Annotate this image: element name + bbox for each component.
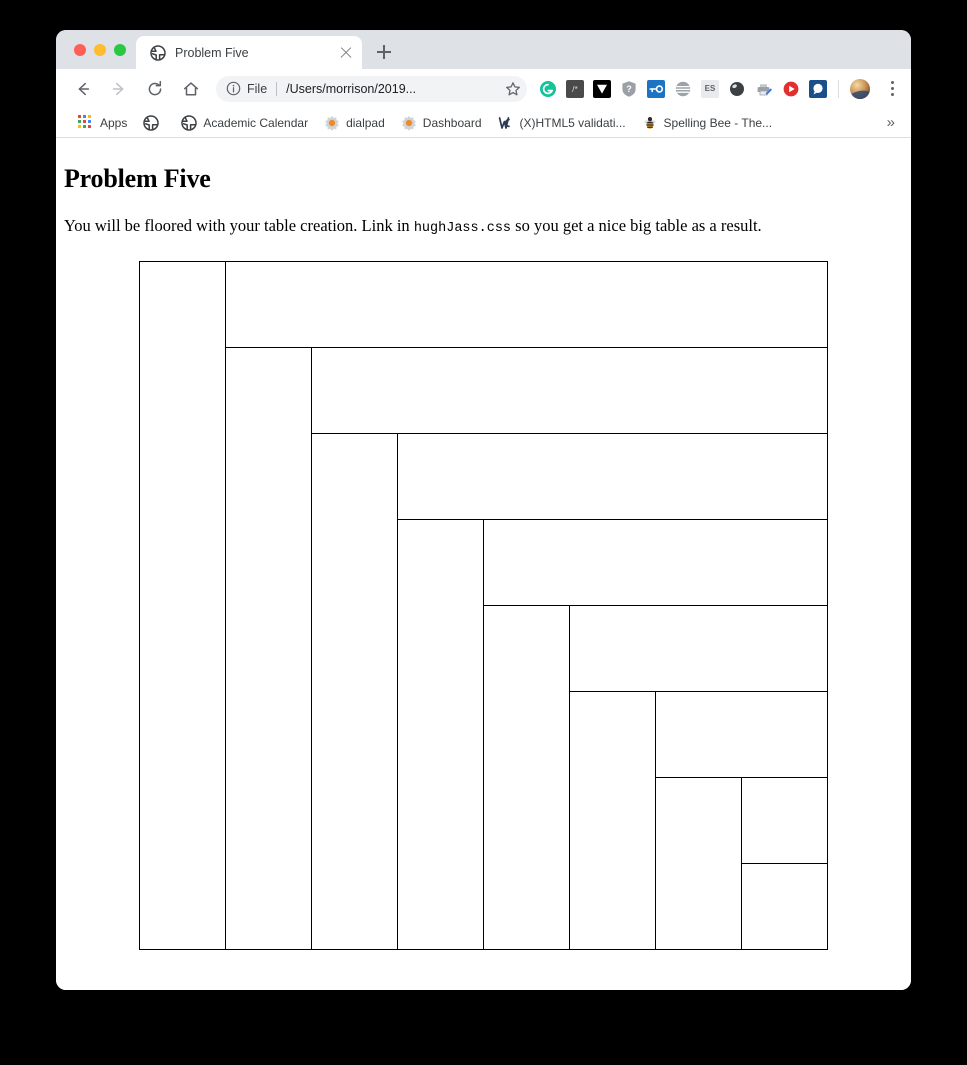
cell-r5-col5-tall bbox=[483, 605, 570, 951]
address-separator bbox=[276, 81, 278, 96]
staircase-table-body bbox=[139, 261, 829, 951]
toolbar-divider bbox=[838, 79, 839, 98]
help-shield-extension-icon[interactable]: ? bbox=[620, 79, 638, 98]
bookmark-academic-calendar[interactable]: Academic Calendar bbox=[173, 112, 316, 134]
cell-r7-wide bbox=[740, 777, 829, 865]
es-extension-icon[interactable]: ES bbox=[701, 79, 719, 98]
cell-r7-col7-tall bbox=[655, 777, 742, 951]
tab-problem-five[interactable]: Problem Five bbox=[136, 36, 362, 69]
star-icon[interactable] bbox=[505, 81, 521, 97]
extension-icons: /* ? ES bbox=[533, 78, 901, 99]
bookmark-globe[interactable] bbox=[135, 112, 173, 134]
chat-bubble-extension-icon[interactable] bbox=[809, 79, 827, 98]
avatar[interactable] bbox=[850, 78, 870, 99]
window-traffic-lights bbox=[56, 30, 136, 69]
forward-button[interactable] bbox=[104, 74, 134, 104]
cell-r2-wide bbox=[310, 347, 829, 435]
globe-icon bbox=[150, 44, 166, 61]
globe-icon bbox=[181, 114, 198, 131]
bee-icon bbox=[642, 115, 658, 131]
address-bar[interactable]: File /Users/morrison/2019... bbox=[216, 75, 527, 102]
zoom-window-button[interactable] bbox=[114, 43, 126, 56]
page-viewport: Problem Five You will be floored with yo… bbox=[56, 138, 911, 990]
bookmark-label: Apps bbox=[100, 115, 128, 130]
chrome-menu-button[interactable] bbox=[883, 79, 901, 99]
apps-grid-icon bbox=[78, 114, 94, 131]
bookmark-label: dialpad bbox=[346, 115, 385, 130]
browser-toolbar: File /Users/morrison/2019... /* ? ES bbox=[56, 69, 911, 108]
youtube-extension-icon[interactable] bbox=[782, 79, 800, 98]
password-key-extension-icon[interactable] bbox=[647, 79, 665, 98]
cell-r2-col2-tall bbox=[225, 347, 312, 951]
svg-text:?: ? bbox=[626, 84, 632, 94]
bookmark-label: Dashboard bbox=[422, 115, 482, 130]
bookmark-apps[interactable]: Apps bbox=[70, 112, 135, 134]
bookmark-dashboard[interactable]: Dashboard bbox=[393, 112, 490, 134]
cell-r5-wide bbox=[568, 605, 829, 693]
home-button[interactable] bbox=[176, 74, 206, 104]
grammarly-extension-icon[interactable] bbox=[539, 79, 557, 98]
minimize-window-button[interactable] bbox=[94, 43, 106, 56]
page-content: Problem Five You will be floored with yo… bbox=[56, 138, 911, 951]
cell-r6-wide bbox=[654, 691, 829, 779]
table-row bbox=[139, 261, 829, 951]
att-globe-extension-icon[interactable] bbox=[674, 79, 692, 98]
table-row bbox=[140, 347, 829, 951]
close-window-button[interactable] bbox=[74, 43, 86, 56]
back-button[interactable] bbox=[68, 74, 98, 104]
page-paragraph: You will be floored with your table crea… bbox=[64, 216, 895, 237]
cell-r4-col4-tall bbox=[397, 519, 484, 951]
bookmark-dialpad[interactable]: dialpad bbox=[316, 112, 393, 134]
bookmarks-overflow-button[interactable]: » bbox=[881, 115, 901, 130]
cell-r1-col1-tall bbox=[139, 261, 226, 951]
paragraph-text-after: so you get a nice big table as a result. bbox=[511, 216, 762, 235]
address-url-text[interactable]: /Users/morrison/2019... bbox=[286, 82, 499, 96]
new-tab-button[interactable] bbox=[370, 38, 398, 66]
cell-r1-wide bbox=[224, 261, 829, 349]
bookmark-label: Spelling Bee - The... bbox=[663, 115, 773, 130]
cell-r6-col6-tall bbox=[569, 691, 656, 951]
inline-code-filename: hughJass.css bbox=[413, 221, 512, 236]
vimium-extension-icon[interactable] bbox=[593, 79, 611, 98]
comment-code-extension-icon[interactable]: /* bbox=[566, 79, 584, 98]
dark-circle-extension-icon[interactable] bbox=[728, 79, 746, 98]
gear-sun-icon bbox=[401, 115, 417, 131]
close-icon[interactable] bbox=[338, 45, 354, 61]
reload-button[interactable] bbox=[140, 74, 170, 104]
paragraph-text-before: You will be floored with your table crea… bbox=[64, 216, 414, 235]
cell-r4-wide bbox=[482, 519, 829, 607]
cell-r8-last bbox=[740, 863, 829, 951]
bookmark-label: Academic Calendar bbox=[203, 115, 309, 130]
globe-icon bbox=[143, 114, 160, 131]
address-scheme-label: File bbox=[247, 81, 268, 96]
cell-r3-col3-tall bbox=[311, 433, 398, 951]
cell-r3-wide bbox=[396, 433, 829, 521]
printer-extension-icon[interactable] bbox=[755, 79, 773, 98]
tab-strip: Problem Five bbox=[56, 30, 911, 69]
browser-window: Problem Five File /Users/morrison/2019..… bbox=[56, 30, 911, 990]
bookmark-spelling-bee[interactable]: Spelling Bee - The... bbox=[634, 112, 781, 134]
info-icon[interactable] bbox=[226, 81, 241, 96]
tab-title: Problem Five bbox=[175, 45, 249, 60]
page-title: Problem Five bbox=[64, 164, 211, 193]
bookmark-label: (X)HTML5 validati... bbox=[519, 115, 626, 130]
bookmark-xhtml5-validator[interactable]: (X)HTML5 validati... bbox=[490, 112, 634, 134]
w3c-icon bbox=[498, 115, 514, 131]
bookmarks-bar: Apps Academic Calendar dialpad Dashboard… bbox=[56, 108, 911, 138]
staircase-table bbox=[139, 261, 829, 951]
gear-sun-icon bbox=[324, 115, 340, 131]
